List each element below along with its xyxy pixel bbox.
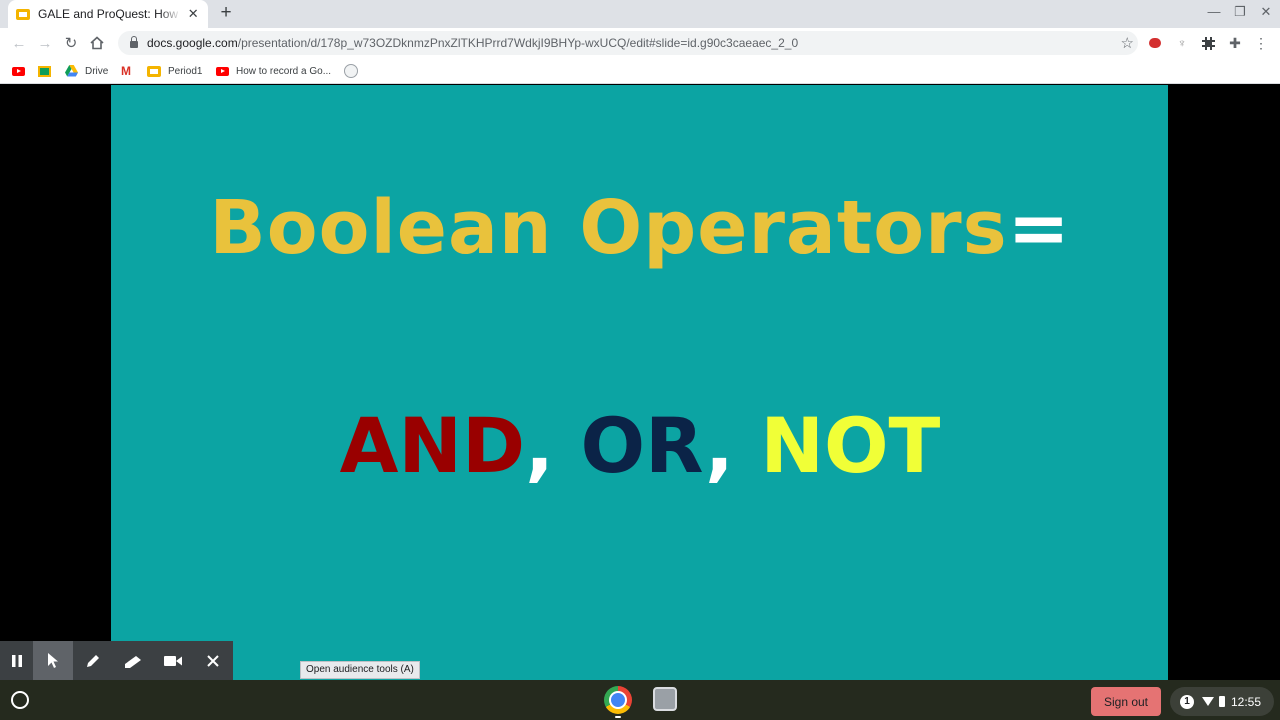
minimize-icon[interactable]: — <box>1204 4 1224 19</box>
operator-separator: , <box>525 401 554 490</box>
camera-button[interactable] <box>153 641 193 680</box>
operator-separator: , <box>705 401 734 490</box>
pencil-icon <box>87 654 99 667</box>
launcher-circle-icon[interactable] <box>11 691 29 709</box>
browser-toolbar: ← → ↻ docs.google.com/presentation/d/178… <box>0 28 1280 58</box>
globe-icon <box>344 64 358 78</box>
highlighter-icon <box>125 655 141 668</box>
gmail-icon: M <box>121 64 131 78</box>
slide-title-text: Boolean Operators <box>209 185 1008 271</box>
tab-strip: GALE and ProQuest: How to conduct resear… <box>0 0 1280 28</box>
screencast-app-icon[interactable] <box>653 687 677 711</box>
new-tab-button[interactable]: + <box>216 3 236 23</box>
drive-icon <box>65 65 78 77</box>
close-presenter-button[interactable] <box>193 641 233 680</box>
extension-qr-icon[interactable] <box>1200 35 1216 51</box>
arrow-right-icon: → <box>37 34 53 52</box>
home-button[interactable] <box>86 32 108 54</box>
reload-button[interactable]: ↻ <box>60 32 82 54</box>
slide <box>111 85 1168 680</box>
close-window-icon[interactable]: ✕ <box>1256 4 1276 20</box>
bookmark-youtube[interactable] <box>12 64 25 78</box>
home-icon <box>90 36 104 50</box>
operator-not: NOT <box>760 401 941 490</box>
slide-title-equals: = <box>1007 185 1071 271</box>
back-button[interactable]: ← <box>8 32 30 54</box>
pen-tool-button[interactable] <box>73 641 113 680</box>
extensions-puzzle-icon[interactable]: ✚ <box>1227 35 1243 51</box>
notification-badge: 1 <box>1180 694 1194 709</box>
operator-and: AND <box>339 401 526 490</box>
forward-button[interactable]: → <box>34 32 56 54</box>
slide-title: Boolean Operators= <box>0 178 1280 278</box>
pause-button[interactable] <box>0 641 33 680</box>
bookmark-how-to-record[interactable]: How to record a Go... <box>216 64 331 78</box>
youtube-icon <box>216 66 229 76</box>
running-indicator <box>615 716 621 718</box>
clock: 12:55 <box>1231 694 1262 709</box>
wifi-icon <box>1202 697 1214 706</box>
menu-kebab-icon[interactable]: ⋮ <box>1253 35 1269 51</box>
youtube-icon <box>12 66 25 76</box>
presenter-toolbar <box>0 641 233 680</box>
bookmark-period1[interactable]: Period1 <box>147 64 202 78</box>
audience-tools-tooltip: Open audience tools (A) <box>300 661 420 679</box>
url-host: docs.google.com <box>147 36 238 50</box>
close-icon <box>207 654 219 667</box>
tab-title: GALE and ProQuest: How to conduct resear… <box>38 7 181 21</box>
restore-icon[interactable]: ❐ <box>1230 4 1250 20</box>
bookmark-classroom[interactable] <box>38 64 51 78</box>
browser-tab[interactable]: GALE and ProQuest: How to conduct resear… <box>8 0 208 28</box>
bookmark-label: Period1 <box>168 65 203 77</box>
cursor-icon <box>48 652 58 668</box>
sign-out-button[interactable]: Sign out <box>1091 687 1161 716</box>
pause-icon <box>11 654 22 667</box>
bookmark-gmail[interactable]: M <box>121 64 131 78</box>
extension-red-icon[interactable] <box>1147 35 1163 51</box>
bookmark-label: How to record a Go... <box>236 65 332 77</box>
chrome-app-icon[interactable] <box>604 686 632 714</box>
bookmarks-bar: Drive M Period1 How to record a Go... <box>0 58 1280 84</box>
battery-icon <box>1219 696 1225 707</box>
classroom-icon <box>38 65 51 77</box>
slide-operators: AND, OR, NOT <box>0 396 1280 496</box>
operator-or: OR <box>580 401 705 490</box>
bookmark-star-icon[interactable]: ☆ <box>1121 34 1134 52</box>
pointer-tool-button[interactable] <box>33 641 73 680</box>
close-tab-icon[interactable]: ✕ <box>187 6 200 22</box>
lock-icon <box>130 36 138 48</box>
status-tray[interactable]: 1 12:55 <box>1170 687 1274 716</box>
bookmark-drive[interactable]: Drive <box>65 64 108 78</box>
url-text: docs.google.com/presentation/d/178p_w73O… <box>147 36 798 50</box>
bookmark-globe[interactable] <box>344 64 358 78</box>
extension-tree-icon[interactable]: ♆ <box>1174 35 1190 51</box>
highlighter-tool-button[interactable] <box>113 641 153 680</box>
slides-icon <box>147 65 161 77</box>
url-path: /presentation/d/178p_w73OZDknmzPnxZlTKHP… <box>237 36 799 50</box>
address-bar[interactable]: docs.google.com/presentation/d/178p_w73O… <box>118 31 1138 55</box>
reload-icon: ↻ <box>64 35 78 52</box>
arrow-left-icon: ← <box>11 34 27 52</box>
system-shelf: Sign out 1 12:55 <box>0 680 1280 720</box>
bookmark-label: Drive <box>85 65 109 77</box>
video-camera-icon <box>164 655 182 666</box>
slides-favicon-icon <box>16 8 30 20</box>
